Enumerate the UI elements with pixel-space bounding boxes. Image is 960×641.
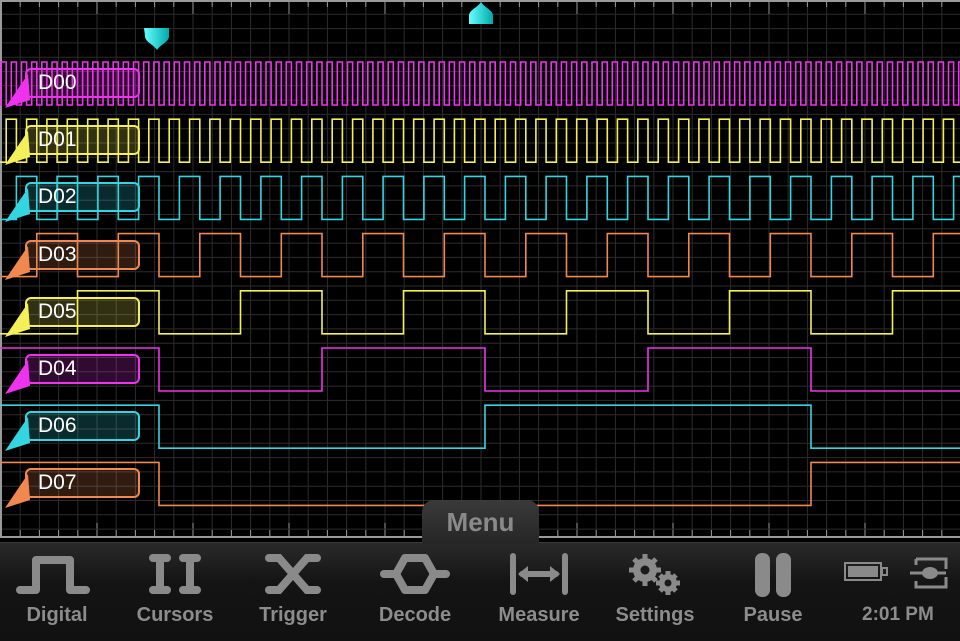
waveform-d01 [0, 118, 960, 163]
pause-button[interactable]: Pause [718, 548, 828, 638]
digital-button[interactable]: Digital [2, 548, 112, 638]
decode-label: Decode [378, 604, 452, 626]
channel-name: D01 [38, 128, 77, 152]
trigger-position-marker[interactable] [143, 26, 171, 50]
connection-icon[interactable] [908, 555, 950, 591]
channel-label-d05[interactable]: D05 [4, 296, 140, 341]
waveform-d03 [0, 232, 960, 278]
waveform-d06 [0, 404, 960, 449]
trigger-button[interactable]: Trigger [238, 548, 348, 638]
channel-label-d03[interactable]: D03 [4, 239, 140, 284]
battery-icon [844, 562, 888, 581]
channel-label-d06[interactable]: D06 [4, 411, 140, 455]
channel-label-d01[interactable]: D01 [4, 125, 140, 169]
channel-name: D02 [38, 185, 77, 209]
waveform-d07 [0, 461, 960, 507]
waveform-d05 [0, 290, 960, 335]
clock: 2:01 PM [862, 604, 934, 625]
settings-button[interactable]: Settings [600, 548, 710, 638]
waveforms [0, 61, 960, 507]
decode-icon [380, 554, 450, 594]
channel-label-d04[interactable]: D04 [4, 354, 140, 398]
channel-name: D05 [38, 299, 77, 323]
time-position-marker[interactable] [467, 2, 495, 26]
measure-icon [510, 553, 568, 595]
gears-icon [629, 554, 680, 595]
channel-name: D04 [38, 357, 77, 380]
measure-label: Measure [498, 604, 580, 626]
cursors-button[interactable]: Cursors [120, 548, 230, 638]
cursors-label: Cursors [136, 604, 214, 626]
waveform-d02 [0, 175, 960, 221]
settings-label: Settings [615, 604, 695, 626]
channel-name: D00 [38, 71, 77, 94]
waveform-d00 [0, 61, 960, 106]
channel-name: D03 [38, 242, 77, 266]
pause-label: Pause [743, 604, 803, 626]
measure-button[interactable]: Measure [484, 548, 594, 638]
trigger-label: Trigger [259, 604, 327, 626]
channel-label-d02[interactable]: D02 [4, 182, 140, 226]
digital-label: Digital [26, 604, 88, 626]
waveform-d04 [0, 347, 960, 392]
cursors-icon [149, 554, 201, 594]
menu-button[interactable]: Menu [422, 500, 539, 544]
pause-icon [755, 553, 791, 597]
channel-name: D06 [38, 414, 77, 438]
channel-name: D07 [38, 471, 77, 495]
waveform-display[interactable] [0, 0, 960, 542]
decode-button[interactable]: Decode [360, 548, 470, 638]
channel-label-d00[interactable]: D00 [4, 68, 140, 112]
trigger-icon [265, 554, 321, 594]
digital-pulse-icon [16, 556, 90, 594]
channel-label-d07[interactable]: D07 [4, 468, 140, 512]
